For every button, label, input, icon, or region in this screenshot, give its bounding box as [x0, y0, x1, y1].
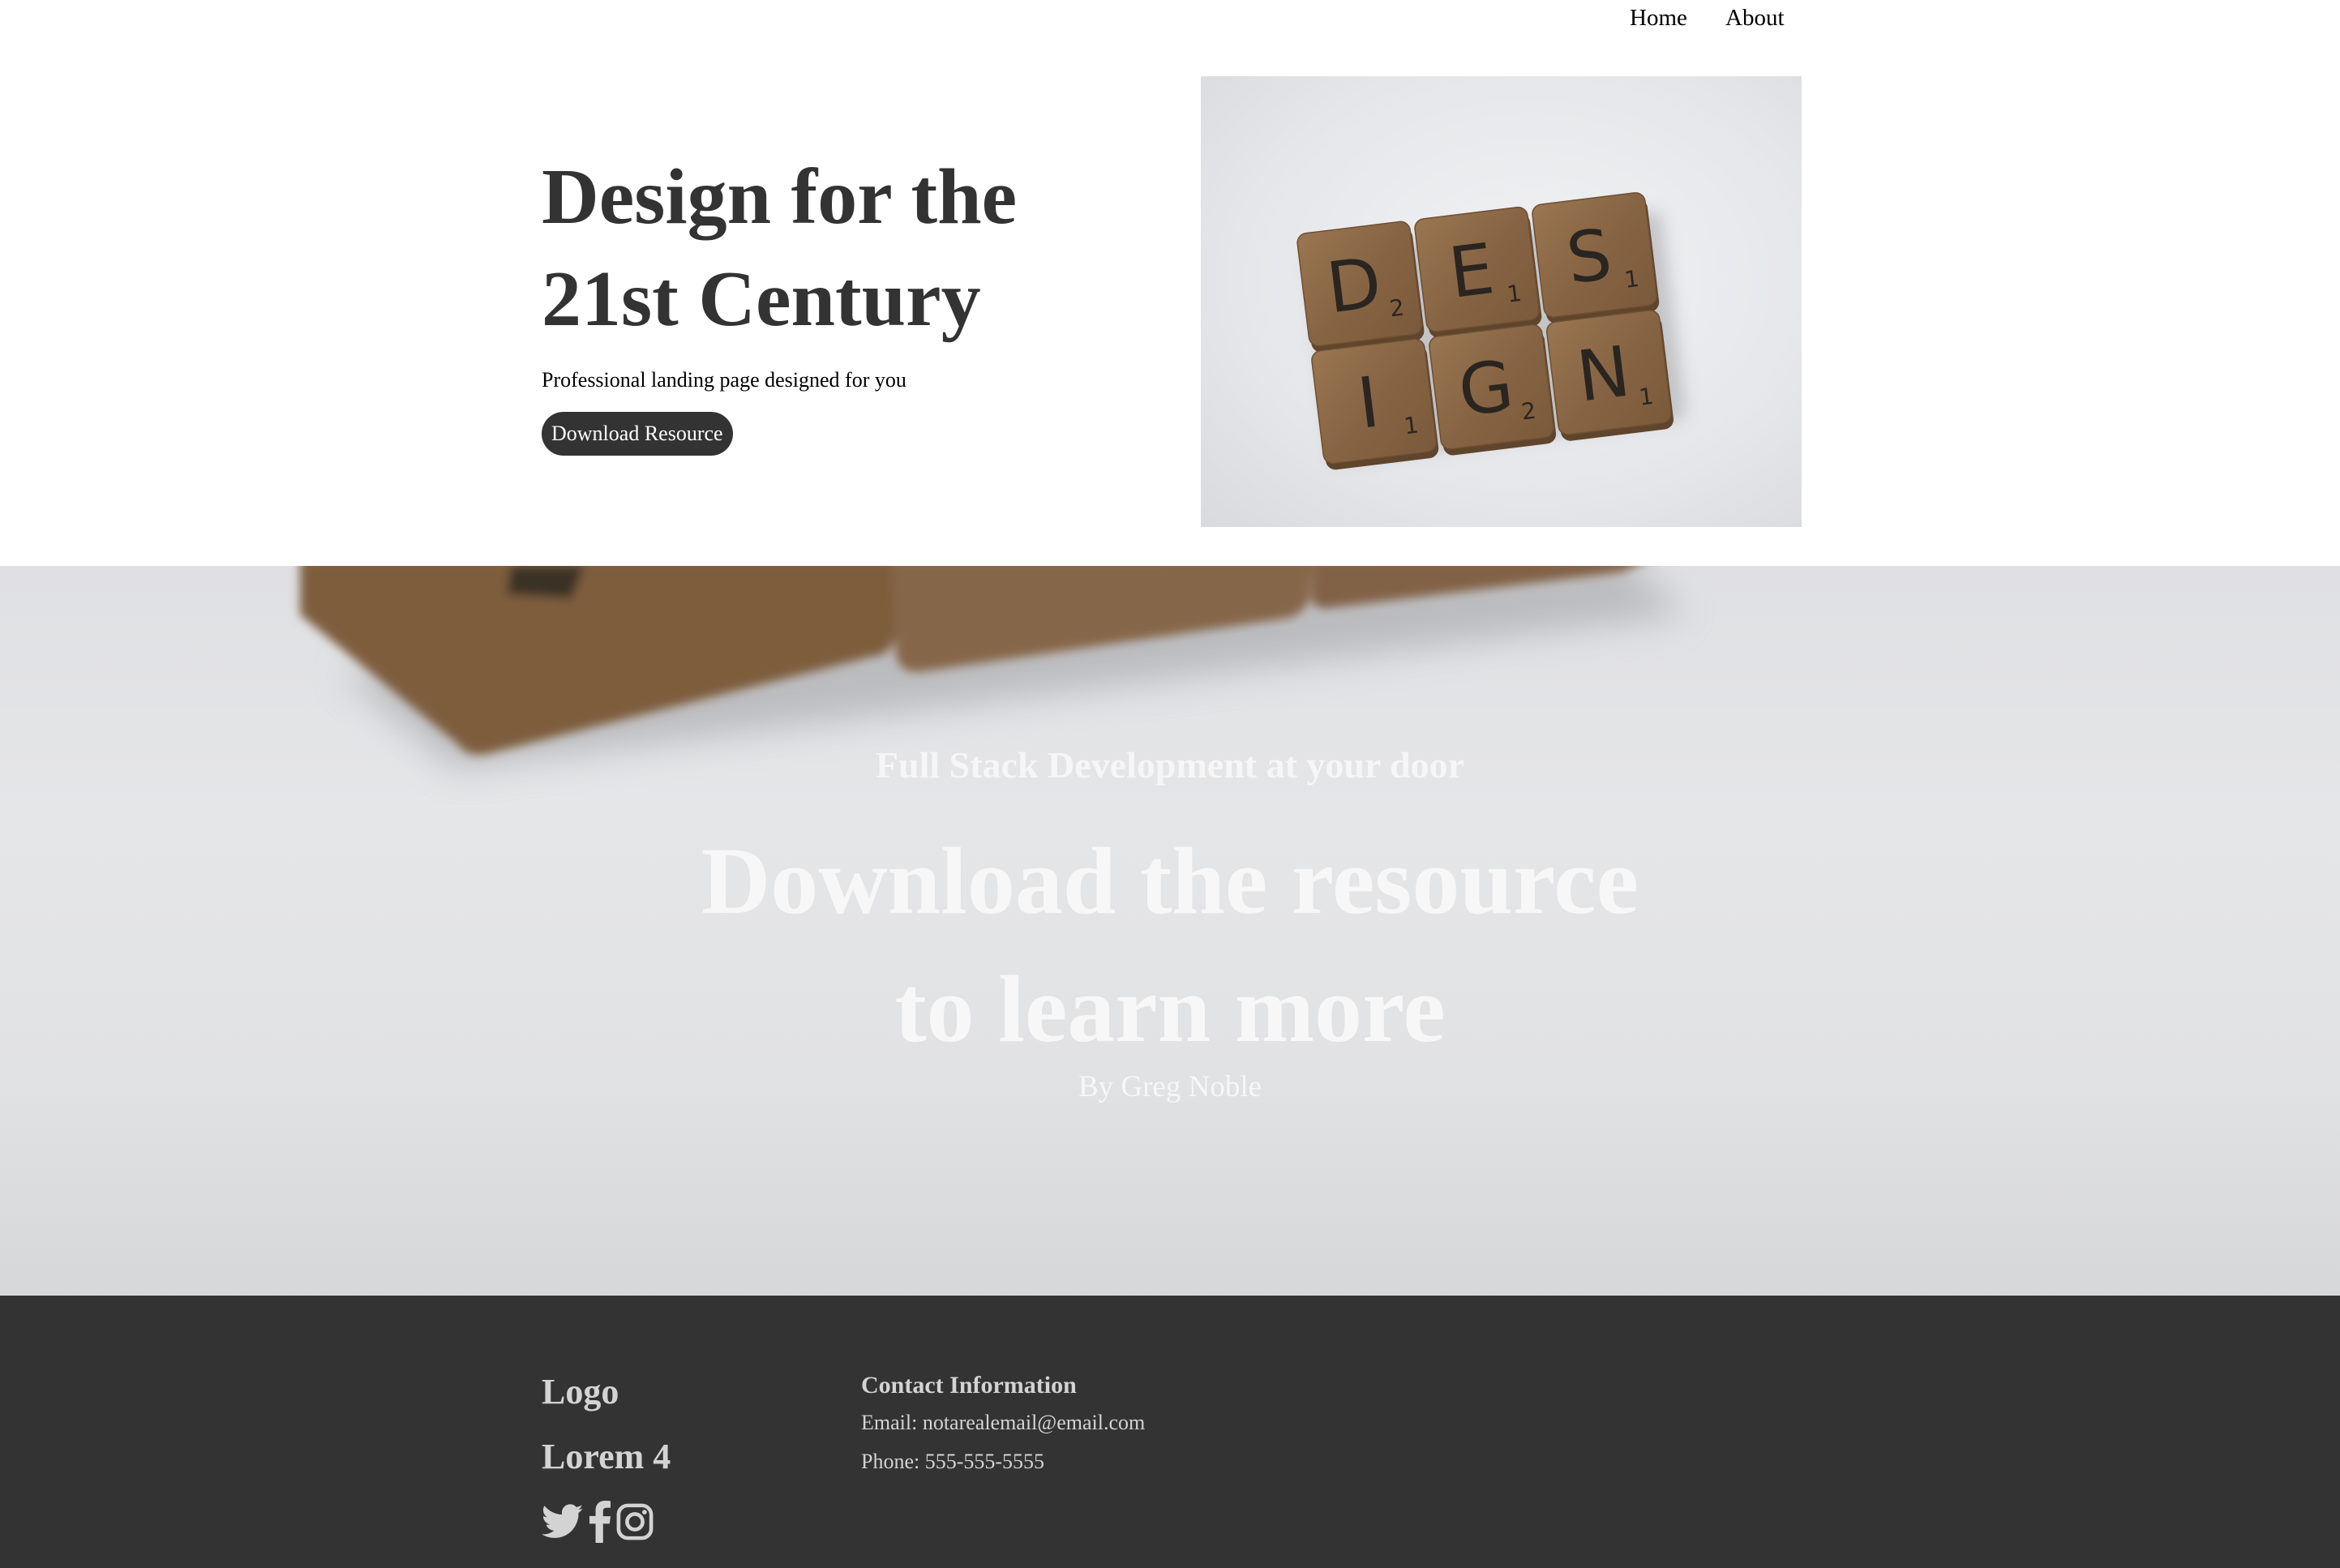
facebook-icon[interactable] [589, 1501, 611, 1543]
design-tiles-photo: D 2 E 1 S 1 I 1 G 2 N 1 [1296, 192, 1686, 470]
instagram-icon[interactable] [616, 1501, 654, 1543]
social-links [542, 1500, 654, 1544]
tile-s: S1 [1532, 192, 1660, 323]
tile-letter: D [1322, 242, 1386, 329]
tile-i: I1 [1311, 338, 1439, 470]
cta-title: Download the resource to learn more [701, 828, 1639, 1062]
tile-e: E1 [1414, 206, 1542, 338]
footer-logo: Logo [542, 1372, 619, 1412]
tile-letter: G [1455, 345, 1518, 432]
tile-d: D2 [1296, 221, 1425, 353]
cta-kicker: Full Stack Development at your door [875, 744, 1465, 786]
top-nav: Home About [0, 0, 2340, 36]
contact-email: Email: notarealemail@email.com [861, 1411, 1146, 1434]
tiles-group: D 2 E 1 S 1 I 1 G 2 N 1 [1296, 192, 1674, 470]
footer-lorem: Lorem 4 [542, 1437, 671, 1476]
nav-home-link[interactable]: Home [1630, 3, 1687, 32]
twitter-icon[interactable] [542, 1501, 584, 1543]
contact-info-title: Contact Information [861, 1372, 1077, 1399]
download-resource-button[interactable]: Download Resource [542, 412, 733, 456]
tile-letter: N [1573, 331, 1635, 418]
hero-subtitle: Professional landing page designed for y… [542, 368, 906, 392]
contact-phone: Phone: 555-555-5555 [861, 1450, 1045, 1473]
nav-about-link[interactable]: About [1725, 3, 1785, 32]
tile-g: G2 [1429, 323, 1557, 456]
footer: Logo Lorem 4 Contact Information Email: … [0, 1296, 2340, 1568]
tile-n: N1 [1546, 309, 1674, 441]
cta-byline: By Greg Noble [1078, 1070, 1262, 1103]
hero-section: Design for the 21st Century Professional… [0, 0, 2340, 566]
cta-section: Full Stack Development at your door Down… [0, 566, 2340, 1296]
design-tiles-image: D2E1S1 I1G2N1 [1201, 76, 1802, 527]
hero-title: Design for the 21st Century [542, 153, 1018, 343]
